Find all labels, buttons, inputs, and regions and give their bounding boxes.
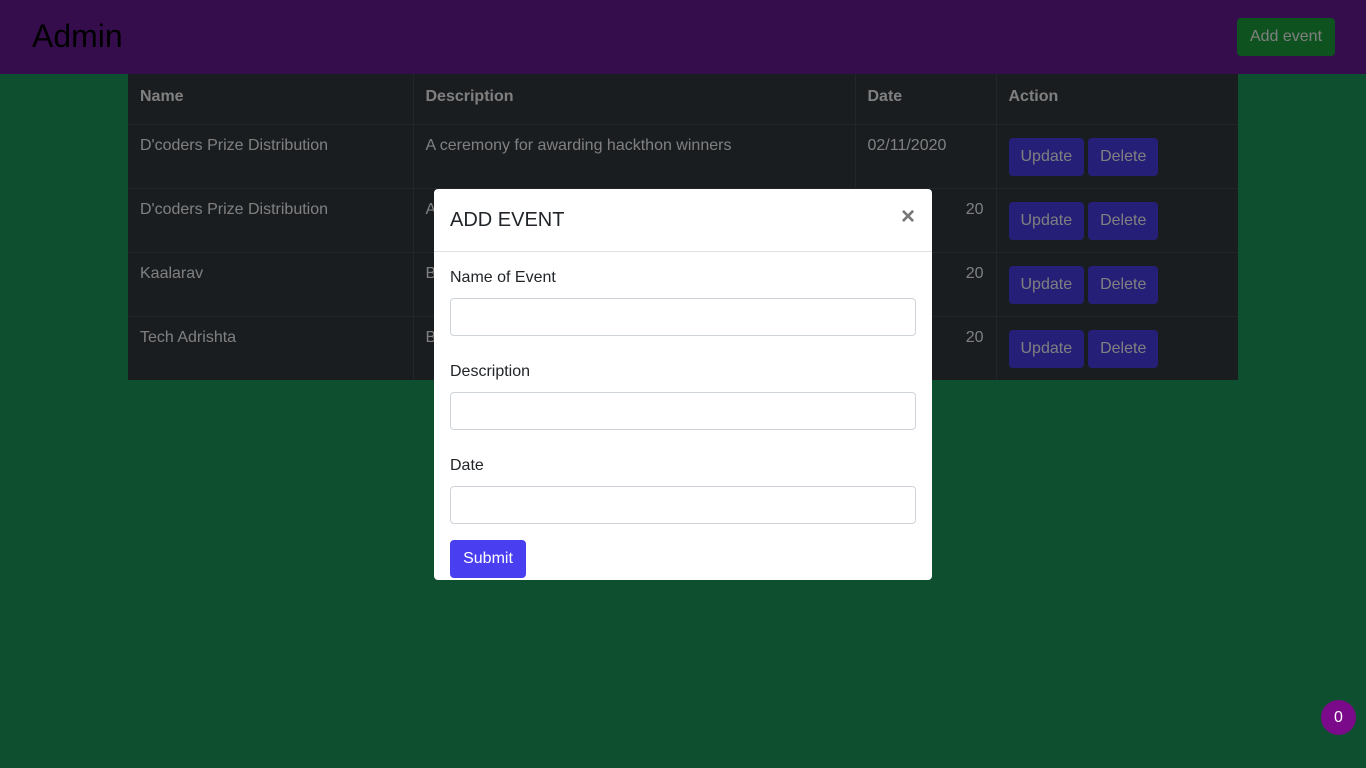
counter-badge[interactable]: 0: [1321, 700, 1356, 735]
event-name-input[interactable]: [450, 298, 916, 336]
modal-header: ADD EVENT ×: [434, 189, 932, 252]
modal-body: Name of Event Description Date Submit: [434, 252, 932, 594]
add-event-modal: ADD EVENT × Name of Event Description Da…: [434, 189, 932, 580]
modal-title: ADD EVENT: [450, 209, 565, 231]
description-label: Description: [450, 363, 531, 380]
event-name-label: Name of Event: [450, 269, 556, 286]
close-icon[interactable]: ×: [898, 203, 918, 231]
submit-button[interactable]: Submit: [450, 540, 526, 578]
date-input[interactable]: [450, 486, 916, 524]
date-label: Date: [450, 457, 484, 474]
description-input[interactable]: [450, 392, 916, 430]
